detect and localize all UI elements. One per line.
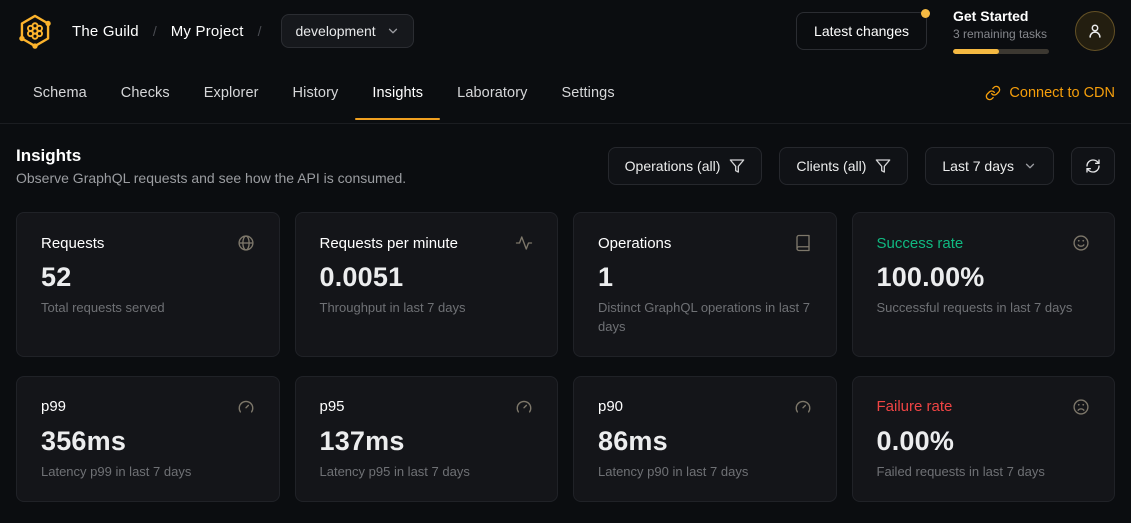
stat-card-failure-rate: Failure rate 0.00% Failed requests in la…	[852, 376, 1116, 503]
card-description: Distinct GraphQL operations in last 7 da…	[598, 299, 812, 335]
card-title: Operations	[598, 235, 671, 252]
refresh-button[interactable]	[1071, 147, 1115, 185]
insights-heading-block: Insights Observe GraphQL requests and se…	[16, 146, 406, 186]
filter-icon	[875, 158, 891, 174]
smile-icon	[1072, 234, 1090, 252]
stat-card-requests-per-minute: Requests per minute 0.0051 Throughput in…	[295, 212, 559, 357]
frown-icon	[1072, 398, 1090, 416]
stat-card-p90: p90 86ms Latency p90 in last 7 days	[573, 376, 837, 503]
tab-history[interactable]: History	[276, 62, 356, 123]
guild-hive-logo-icon[interactable]	[16, 12, 54, 50]
card-value: 52	[41, 261, 255, 293]
stat-card-requests: Requests 52 Total requests served	[16, 212, 280, 357]
card-value: 100.00%	[877, 261, 1091, 293]
period-selector-value: Last 7 days	[942, 158, 1014, 174]
stat-card-p99: p99 356ms Latency p99 in last 7 days	[16, 376, 280, 503]
card-description: Throughput in last 7 days	[320, 299, 534, 317]
card-title: Requests per minute	[320, 235, 458, 252]
activity-icon	[515, 234, 533, 252]
card-description: Latency p99 in last 7 days	[41, 463, 255, 481]
stat-card-p95: p95 137ms Latency p95 in last 7 days	[295, 376, 559, 503]
clients-filter-button[interactable]: Clients (all)	[779, 147, 908, 185]
link-icon	[985, 85, 1001, 101]
get-started-remaining-tasks: 3 remaining tasks	[953, 27, 1049, 43]
card-title: Requests	[41, 235, 104, 252]
chevron-down-icon	[386, 24, 400, 38]
chevron-down-icon	[1023, 159, 1037, 173]
card-value: 86ms	[598, 425, 812, 457]
card-description: Failed requests in last 7 days	[877, 463, 1091, 481]
target-selector-dropdown[interactable]: development	[281, 14, 413, 48]
globe-icon	[237, 234, 255, 252]
breadcrumb-separator: /	[254, 23, 266, 39]
card-title: p99	[41, 398, 66, 415]
user-icon	[1086, 22, 1104, 40]
tab-insights[interactable]: Insights	[355, 62, 440, 123]
card-description: Successful requests in last 7 days	[877, 299, 1091, 317]
card-title: p95	[320, 398, 345, 415]
unread-dot	[921, 9, 930, 18]
latest-changes-label: Latest changes	[814, 23, 909, 39]
get-started-widget[interactable]: Get Started 3 remaining tasks	[953, 8, 1049, 53]
card-value: 0.00%	[877, 425, 1091, 457]
card-description: Latency p90 in last 7 days	[598, 463, 812, 481]
breadcrumb-separator: /	[149, 23, 161, 39]
clients-filter-label: Clients (all)	[796, 158, 866, 174]
card-description: Total requests served	[41, 299, 255, 317]
card-value: 356ms	[41, 425, 255, 457]
card-title: Success rate	[877, 235, 964, 252]
period-selector-dropdown[interactable]: Last 7 days	[925, 147, 1054, 185]
refresh-icon	[1085, 158, 1101, 174]
filters-toolbar: Operations (all) Clients (all) Last 7 da…	[608, 147, 1115, 185]
app-header: The Guild / My Project / development Lat…	[0, 0, 1131, 62]
latest-changes-button[interactable]: Latest changes	[796, 12, 927, 50]
tab-settings[interactable]: Settings	[544, 62, 631, 123]
card-value: 1	[598, 261, 812, 293]
card-description: Latency p95 in last 7 days	[320, 463, 534, 481]
insights-section: Insights Observe GraphQL requests and se…	[0, 124, 1131, 502]
card-value: 0.0051	[320, 261, 534, 293]
connect-to-cdn-link[interactable]: Connect to CDN	[985, 62, 1115, 123]
stats-cards-grid: Requests 52 Total requests served Reques…	[16, 212, 1115, 502]
get-started-title: Get Started	[953, 8, 1049, 26]
gauge-icon	[515, 398, 533, 416]
project-nav-tabs: Schema Checks Explorer History Insights …	[0, 62, 1131, 124]
user-avatar[interactable]	[1075, 11, 1115, 51]
header-right-cluster: Latest changes Get Started 3 remaining t…	[796, 8, 1115, 53]
stat-card-success-rate: Success rate 100.00% Successful requests…	[852, 212, 1116, 357]
gauge-icon	[794, 398, 812, 416]
breadcrumb-project[interactable]: My Project	[171, 23, 244, 40]
tab-checks[interactable]: Checks	[104, 62, 187, 123]
book-icon	[794, 234, 812, 252]
gauge-icon	[237, 398, 255, 416]
tab-schema[interactable]: Schema	[16, 62, 104, 123]
operations-filter-label: Operations (all)	[625, 158, 721, 174]
stat-card-operations: Operations 1 Distinct GraphQL operations…	[573, 212, 837, 357]
get-started-progress-fill	[953, 49, 999, 54]
tab-explorer[interactable]: Explorer	[187, 62, 276, 123]
card-value: 137ms	[320, 425, 534, 457]
card-title: p90	[598, 398, 623, 415]
page-title: Insights	[16, 146, 406, 166]
tab-laboratory[interactable]: Laboratory	[440, 62, 544, 123]
filter-icon	[729, 158, 745, 174]
operations-filter-button[interactable]: Operations (all)	[608, 147, 763, 185]
breadcrumb-org[interactable]: The Guild	[72, 23, 139, 40]
get-started-progress-bar	[953, 49, 1049, 54]
page-subtitle: Observe GraphQL requests and see how the…	[16, 170, 406, 186]
target-selector-value: development	[295, 23, 375, 39]
card-title: Failure rate	[877, 398, 953, 415]
connect-to-cdn-label: Connect to CDN	[1009, 85, 1115, 101]
